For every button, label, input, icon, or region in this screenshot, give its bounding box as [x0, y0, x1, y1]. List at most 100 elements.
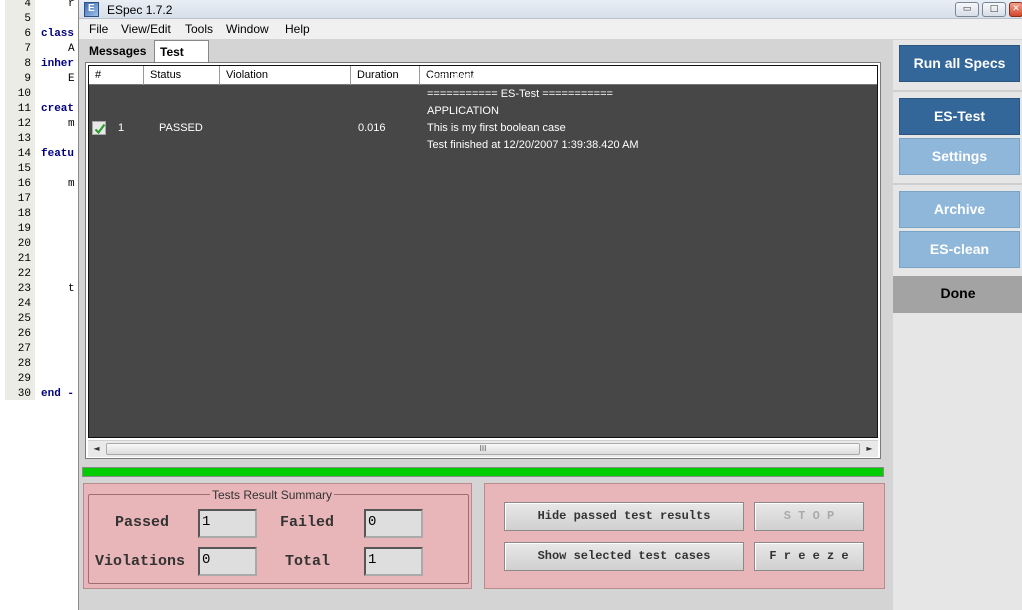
- editor-line-number: 18: [17, 208, 31, 220]
- violations-label: Violations: [95, 553, 186, 570]
- editor-line: 29: [0, 372, 78, 387]
- es-test-button[interactable]: ES-Test: [899, 98, 1020, 135]
- row-status: PASSED: [159, 122, 203, 134]
- menu-window[interactable]: Window: [226, 22, 269, 36]
- sidebar-divider: [893, 183, 1022, 185]
- editor-line: 28: [0, 357, 78, 372]
- column-header-status[interactable]: Status: [144, 66, 220, 85]
- column-header-duration[interactable]: Duration: [351, 66, 420, 85]
- editor-line: 17: [0, 192, 78, 207]
- editor-line-number: 5: [24, 13, 31, 25]
- total-count-field: 1: [364, 547, 423, 576]
- column-header-violation[interactable]: Violation: [220, 66, 351, 85]
- scroll-right-arrow-icon[interactable]: ►: [861, 441, 878, 457]
- passed-label: Passed: [115, 514, 170, 531]
- editor-line: 27: [0, 342, 78, 357]
- espec-window: E ESpec 1.7.2 ▭ □ ✕ File View/Edit Tools…: [78, 0, 1022, 610]
- editor-line-number: 17: [17, 193, 31, 205]
- summary-title: Tests Result Summary: [210, 488, 335, 502]
- row-duration: 0.016: [358, 122, 386, 134]
- editor-line-code: class: [41, 28, 75, 40]
- menu-help[interactable]: Help: [285, 22, 310, 36]
- editor-line: 20: [0, 237, 78, 252]
- editor-line-number: 4: [24, 0, 31, 10]
- failed-label: Failed: [280, 514, 335, 531]
- show-selected-test-cases-button[interactable]: Show selected test cases: [504, 542, 744, 571]
- minimize-button[interactable]: ▭: [955, 2, 979, 17]
- editor-line-number: 24: [17, 298, 31, 310]
- comment-line: This is my first boolean case: [427, 122, 566, 134]
- menu-view-edit[interactable]: View/Edit: [121, 22, 171, 36]
- editor-line-code: m: [68, 178, 75, 190]
- tests-result-summary: Tests Result Summary Passed 1 Failed 0 V…: [83, 483, 472, 589]
- editor-line-number: 7: [24, 43, 31, 55]
- editor-line-number: 23: [17, 283, 31, 295]
- editor-line: 9E: [0, 72, 78, 87]
- menu-bar: File View/Edit Tools Window Help: [79, 19, 1022, 39]
- editor-line: 24: [0, 297, 78, 312]
- horizontal-scrollbar[interactable]: ◄ III ►: [88, 440, 878, 457]
- editor-line-code: end -: [41, 388, 75, 400]
- editor-line-number: 19: [17, 223, 31, 235]
- editor-line-code: E: [68, 73, 75, 85]
- editor-line: 11 creat: [0, 102, 78, 117]
- freeze-button[interactable]: F r e e z e: [754, 542, 864, 571]
- editor-line: 16 m: [0, 177, 78, 192]
- test-results-panel: # Status Violation Duration Comment 1 PA…: [85, 62, 881, 459]
- editor-line-code: m: [68, 118, 75, 130]
- comment-line: Test finished at 12/20/2007 1:39:38.420 …: [427, 139, 639, 151]
- tab-messages[interactable]: Messages: [84, 40, 151, 62]
- editor-line: 21: [0, 252, 78, 267]
- row-checkbox[interactable]: [92, 121, 106, 135]
- menu-tools[interactable]: Tools: [185, 22, 213, 36]
- editor-line: 7A: [0, 42, 78, 57]
- editor-line-number: 15: [17, 163, 31, 175]
- menu-file[interactable]: File: [89, 22, 108, 36]
- maximize-button[interactable]: □: [982, 2, 1006, 17]
- scroll-left-arrow-icon[interactable]: ◄: [88, 441, 105, 457]
- editor-line: 10: [0, 87, 78, 102]
- editor-line-number: 29: [17, 373, 31, 385]
- espec-app-icon: E: [84, 2, 99, 17]
- editor-line: 8 inher: [0, 57, 78, 72]
- editor-line-code: featu: [41, 148, 75, 160]
- editor-line-code: r: [68, 0, 75, 10]
- editor-line-code: creat: [41, 103, 75, 115]
- editor-line: 30 end -: [0, 387, 78, 402]
- hide-passed-results-button[interactable]: Hide passed test results: [504, 502, 744, 531]
- progress-fill: [83, 468, 883, 476]
- editor-line-number: 28: [17, 358, 31, 370]
- comment-line: =========== ES-Test ===========: [427, 88, 613, 100]
- sidebar-divider: [893, 90, 1022, 92]
- editor-line-number: 25: [17, 313, 31, 325]
- total-label: Total: [285, 553, 331, 570]
- violations-count-field: 0: [198, 547, 257, 576]
- test-progress-bar: [82, 467, 884, 477]
- editor-line-number: 22: [17, 268, 31, 280]
- editor-line: 19: [0, 222, 78, 237]
- archive-button[interactable]: Archive: [899, 191, 1020, 228]
- done-button[interactable]: Done: [893, 276, 1022, 313]
- results-grid: # Status Violation Duration Comment 1 PA…: [88, 65, 878, 438]
- editor-line-number: 10: [17, 88, 31, 100]
- editor-line: 22: [0, 267, 78, 282]
- tab-test-results[interactable]: Test Results: [154, 40, 210, 81]
- window-title: ESpec 1.7.2: [107, 3, 173, 17]
- editor-line-number: 14: [17, 148, 31, 160]
- run-all-specs-button[interactable]: Run all Specs: [899, 45, 1020, 82]
- settings-button[interactable]: Settings: [899, 138, 1020, 175]
- comment-line: APPLICATION: [427, 105, 499, 117]
- editor-line: 23 t: [0, 282, 78, 297]
- stop-button[interactable]: S T O P: [754, 502, 864, 531]
- editor-line-number: 12: [17, 118, 31, 130]
- editor-line-number: 11: [17, 103, 31, 115]
- editor-line: 12 m: [0, 117, 78, 132]
- close-button[interactable]: ✕: [1009, 2, 1022, 17]
- column-header-number[interactable]: #: [89, 66, 144, 85]
- editor-line-code: A: [68, 43, 75, 55]
- es-clean-button[interactable]: ES-clean: [899, 231, 1020, 268]
- code-editor-background: 4 r 5 6 class 7 A 8 inher 9 E 10 11 creat 12 m 13 14 featu…: [0, 0, 78, 610]
- scroll-thumb[interactable]: III: [106, 443, 860, 455]
- editor-line-code: inher: [41, 58, 75, 70]
- editor-line: 26: [0, 327, 78, 342]
